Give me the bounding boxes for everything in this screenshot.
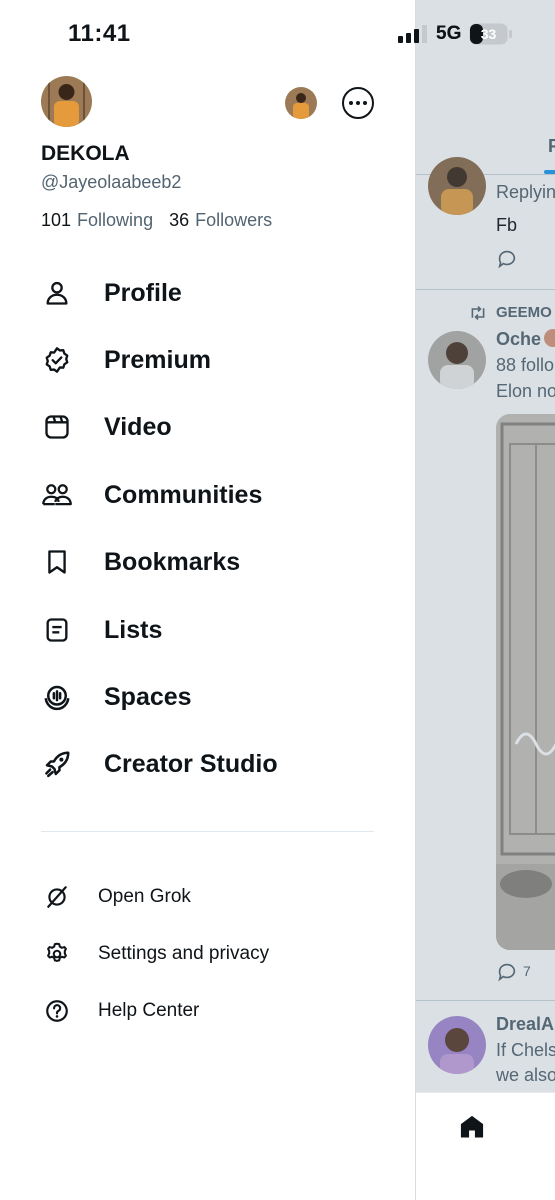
menu-item-bookmarks[interactable]: Bookmarks (41, 542, 381, 582)
menu-label: Open Grok (98, 886, 191, 907)
switch-account-avatar[interactable] (285, 87, 317, 119)
tab-following-partial[interactable]: F (548, 136, 555, 157)
post-avatar[interactable] (428, 331, 486, 389)
spaces-icon (41, 681, 73, 713)
follow-stats: 101 Following 36 Followers (41, 210, 272, 231)
reply-icon[interactable] (496, 961, 518, 983)
menu-label: Lists (104, 615, 163, 644)
feed-content: F Replyin Fb GEEMO Oche 88 follo Elon no (416, 0, 555, 1090)
grok-icon (41, 881, 73, 913)
menu-label: Video (104, 412, 172, 441)
post-author[interactable]: Oche (496, 329, 555, 350)
menu-label: Creator Studio (104, 749, 278, 778)
menu-item-lists[interactable]: Lists (41, 610, 381, 650)
post-text: Replyin (496, 182, 555, 202)
post-avatar[interactable] (428, 157, 486, 215)
menu-item-premium[interactable]: Premium (41, 340, 381, 380)
signal-icon (398, 25, 427, 43)
menu-item-video[interactable]: Video (41, 407, 381, 447)
following-count: 101 (41, 210, 72, 230)
menu-label: Spaces (104, 682, 192, 711)
battery-icon: 33 (470, 24, 513, 44)
post-text: If Chels (496, 1040, 555, 1060)
menu-label: Bookmarks (104, 547, 241, 576)
menu-label: Premium (104, 345, 211, 374)
bottom-navigation (416, 1092, 555, 1200)
following-label: Following (77, 210, 154, 230)
status-time: 11:41 (68, 20, 131, 47)
rocket-icon (41, 748, 73, 780)
post-avatar[interactable] (428, 1016, 486, 1074)
followers-link[interactable]: 36 Followers (169, 210, 272, 231)
profile-avatar[interactable] (41, 76, 92, 127)
menu-item-help-center[interactable]: Help Center (41, 995, 381, 1027)
retweet-icon (471, 306, 485, 320)
post-text: Elon no (496, 381, 555, 401)
bookmark-icon (41, 546, 73, 578)
menu-item-settings[interactable]: Settings and privacy (41, 938, 381, 970)
menu-label: Settings and privacy (98, 943, 270, 964)
menu-item-open-grok[interactable]: Open Grok (41, 881, 381, 913)
post-text: 88 follo (496, 355, 555, 375)
profile-handle: @Jayeolaabeeb2 (41, 172, 182, 192)
menu-item-spaces[interactable]: Spaces (41, 677, 381, 717)
menu-item-creator-studio[interactable]: Creator Studio (41, 744, 381, 784)
followers-count: 36 (169, 210, 190, 230)
menu-divider (41, 831, 374, 832)
home-icon[interactable] (458, 1113, 486, 1141)
reply-count: 7 (523, 963, 531, 979)
status-indicators: 5G 33 (398, 22, 513, 46)
post-text: Fb (496, 215, 518, 235)
menu-item-profile[interactable]: Profile (41, 273, 381, 313)
post-text: we also (496, 1065, 555, 1085)
gear-icon (41, 938, 73, 970)
profile-display-name[interactable]: DEKOLA (41, 142, 130, 166)
person-icon (41, 277, 73, 309)
menu-item-communities[interactable]: Communities (41, 475, 381, 515)
verified-badge-icon (41, 344, 73, 376)
feed-divider (416, 289, 555, 290)
help-icon (41, 995, 73, 1027)
battery-level: 33 (481, 26, 497, 42)
post-media[interactable] (496, 414, 555, 950)
navigation-drawer: 11:41 DEKOLA @Jayeolaabeeb2 101 Followin… (0, 0, 415, 1200)
more-options-button[interactable] (342, 87, 374, 119)
network-type: 5G (436, 23, 462, 44)
menu-label: Profile (104, 278, 182, 307)
followers-label: Followers (195, 210, 273, 230)
video-icon (41, 411, 73, 443)
retweeted-by[interactable]: GEEMO (496, 304, 552, 321)
list-icon (41, 614, 73, 646)
reply-icon[interactable] (496, 248, 518, 270)
menu-label: Communities (104, 480, 263, 509)
menu-label: Help Center (98, 1000, 200, 1021)
post-author[interactable]: DrealA (496, 1014, 554, 1035)
feed-divider (416, 1000, 555, 1001)
following-link[interactable]: 101 Following (41, 210, 153, 231)
background-feed: F Replyin Fb GEEMO Oche 88 follo Elon no (415, 0, 555, 1200)
communities-icon (41, 479, 73, 511)
